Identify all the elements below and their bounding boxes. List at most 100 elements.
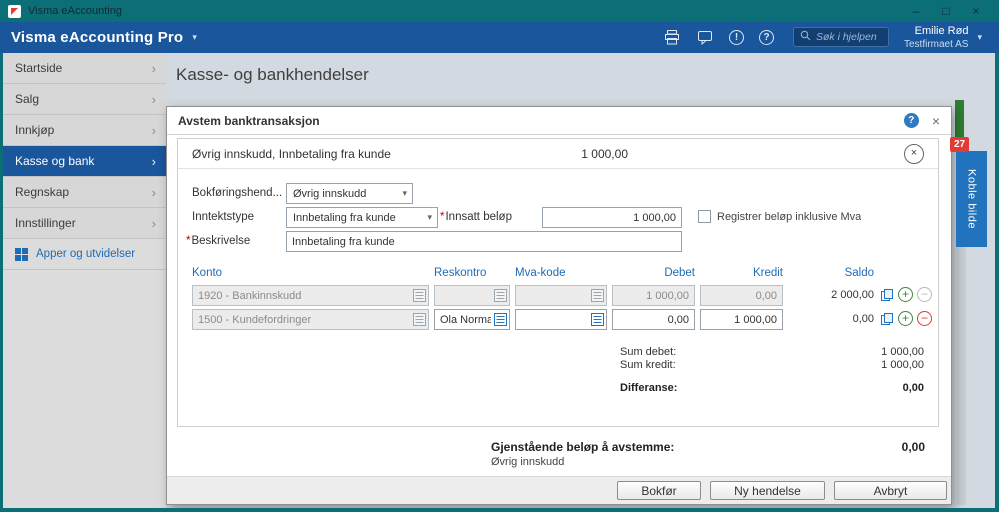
product-title: Visma eAccounting Pro <box>11 29 184 46</box>
product-switcher-chevron-icon[interactable]: ▾ <box>192 32 197 43</box>
user-menu[interactable]: Emilie Rød Testfirmaet AS ▾ <box>904 24 982 51</box>
sum-kredit-label: Sum kredit: <box>620 359 676 371</box>
innsatt-belop-label: *Innsatt beløp <box>440 211 512 223</box>
chevron-right-icon: › <box>151 122 156 138</box>
debet-input <box>612 285 695 306</box>
transaction-summary-text: Øvrig innskudd, Innbetaling fra kunde <box>192 147 391 161</box>
koble-bilde-label: Koble bilde <box>965 169 978 229</box>
sidebar-item-apper-og-utvidelser[interactable]: Apper og utvidelser <box>3 239 166 270</box>
notifications-icon[interactable]: ! <box>729 29 744 45</box>
debet-input[interactable] <box>612 309 695 330</box>
chevron-down-icon: ▾ <box>427 212 432 222</box>
user-menu-chevron-icon: ▾ <box>977 31 982 42</box>
mva-checkbox[interactable] <box>698 210 711 223</box>
beskrivelse-label: *Beskrivelse <box>186 235 251 247</box>
sum-debet-value: 1 000,00 <box>881 346 924 358</box>
help-search <box>793 27 889 48</box>
bokfor-button[interactable]: Bokfør <box>617 481 701 500</box>
scrollbar-thumb[interactable] <box>955 100 964 140</box>
chevron-right-icon: › <box>151 184 156 200</box>
apps-grid-icon <box>15 247 28 261</box>
transaction-summary-amount: 1 000,00 <box>581 147 628 161</box>
differanse-value: 0,00 <box>902 382 924 394</box>
transaction-summary-row: Øvrig innskudd, Innbetaling fra kunde 1 … <box>178 139 938 169</box>
column-header-saldo: Saldo <box>844 267 874 279</box>
inntektstype-label: Inntektstype <box>192 211 255 223</box>
dialog-help-icon[interactable]: ? <box>903 113 919 128</box>
mva-checkbox-row: Registrer beløp inklusive Mva <box>698 210 861 223</box>
koble-bilde-tab[interactable]: Koble bilde <box>956 151 987 247</box>
inntektstype-value: Innbetaling fra kunde <box>293 211 396 224</box>
ny-hendelse-button[interactable]: Ny hendelse <box>710 481 825 500</box>
table-row-2-saldo: 0,00 <box>852 313 874 325</box>
dialog-header-buttons: ? × <box>903 113 940 128</box>
add-row-button[interactable]: + <box>898 287 913 302</box>
table-row-1-kredit-cell <box>700 285 783 306</box>
reskontro-lookup-icon <box>494 289 507 302</box>
transaction-editor: Øvrig innskudd, Innbetaling fra kunde 1 … <box>177 138 939 427</box>
reskontro-lookup-icon[interactable] <box>494 313 507 326</box>
sum-debet-label: Sum debet: <box>620 346 677 358</box>
table-row-1-debet-cell <box>612 285 695 306</box>
sidebar-item-startside[interactable]: Startside › <box>3 53 166 84</box>
table-row-2-debet-cell <box>612 309 695 330</box>
sidebar-item-innkjop[interactable]: Innkjøp › <box>3 115 166 146</box>
sidebar-item-label: Salg <box>15 92 40 106</box>
remaining-amount-value: 0,00 <box>901 440 925 454</box>
required-asterisk: * <box>440 211 445 223</box>
table-row-2-kredit-cell <box>700 309 783 330</box>
chevron-down-icon: ▾ <box>402 188 407 198</box>
innsatt-belop-input[interactable] <box>542 207 682 228</box>
konto-input <box>192 309 429 330</box>
table-row-1-reskontro-cell <box>434 285 510 306</box>
sidebar: Startside › Salg › Innkjøp › Kasse og ba… <box>3 53 166 508</box>
bokforingshendelse-label: Bokføringshend... <box>192 187 283 199</box>
sidebar-item-label: Startside <box>15 61 63 75</box>
sidebar-item-kasse-og-bank[interactable]: Kasse og bank › <box>3 146 166 177</box>
differanse-label: Differanse: <box>620 382 678 394</box>
window-title: Visma eAccounting <box>28 5 122 17</box>
column-header-kredit: Kredit <box>752 267 783 279</box>
sidebar-item-innstillinger[interactable]: Innstillinger › <box>3 208 166 239</box>
dialog-close-icon[interactable]: × <box>932 114 940 128</box>
print-icon[interactable] <box>663 29 681 45</box>
sidebar-item-salg[interactable]: Salg › <box>3 84 166 115</box>
help-icon[interactable]: ? <box>759 29 774 45</box>
chevron-right-icon: › <box>151 153 156 169</box>
sidebar-item-label: Kasse og bank <box>15 154 95 168</box>
sidebar-item-label: Regnskap <box>15 185 70 199</box>
maximize-button[interactable]: □ <box>931 4 961 18</box>
scrollbar-track[interactable] <box>957 247 966 505</box>
close-window-button[interactable]: × <box>961 4 991 18</box>
mva-lookup-icon[interactable] <box>591 313 604 326</box>
header-actions: ! ? Emilie Rød Testfirmaet AS ▾ <box>663 24 988 51</box>
feedback-chat-icon[interactable] <box>696 29 714 45</box>
help-search-input[interactable] <box>816 31 882 44</box>
user-company: Testfirmaet AS <box>904 39 969 51</box>
app-window: Visma eAccounting – □ × Visma eAccountin… <box>0 0 999 512</box>
add-row-button[interactable]: + <box>898 311 913 326</box>
konto-input <box>192 285 429 306</box>
notification-count-badge: 27 <box>950 137 969 152</box>
show-transactions-icon[interactable] <box>880 312 894 326</box>
dialog-header: Avstem banktransaksjon ? × <box>167 107 951 135</box>
sidebar-item-regnskap[interactable]: Regnskap › <box>3 177 166 208</box>
app-header: Visma eAccounting Pro ▾ ! ? Emilie Rød T… <box>0 22 999 53</box>
kredit-input[interactable] <box>700 309 783 330</box>
remove-transaction-button[interactable]: × <box>904 144 924 164</box>
beskrivelse-input[interactable] <box>286 231 682 252</box>
table-row-1-konto-cell <box>192 285 429 306</box>
minimize-button[interactable]: – <box>901 4 931 18</box>
bokforingshendelse-dropdown[interactable]: Øvrig innskudd ▾ <box>286 183 413 204</box>
sidebar-item-label: Apper og utvidelser <box>36 248 136 260</box>
remove-row-button[interactable]: − <box>917 311 932 326</box>
titlebar: Visma eAccounting – □ × <box>0 0 999 22</box>
dialog-footer: Bokfør Ny hendelse Avbryt <box>167 476 951 504</box>
chevron-right-icon: › <box>151 215 156 231</box>
avbryt-button[interactable]: Avbryt <box>834 481 947 500</box>
window-border-left <box>0 0 3 512</box>
show-transactions-icon[interactable] <box>880 288 894 302</box>
inntektstype-dropdown[interactable]: Innbetaling fra kunde ▾ <box>286 207 438 228</box>
kredit-input <box>700 285 783 306</box>
search-icon <box>800 28 811 46</box>
